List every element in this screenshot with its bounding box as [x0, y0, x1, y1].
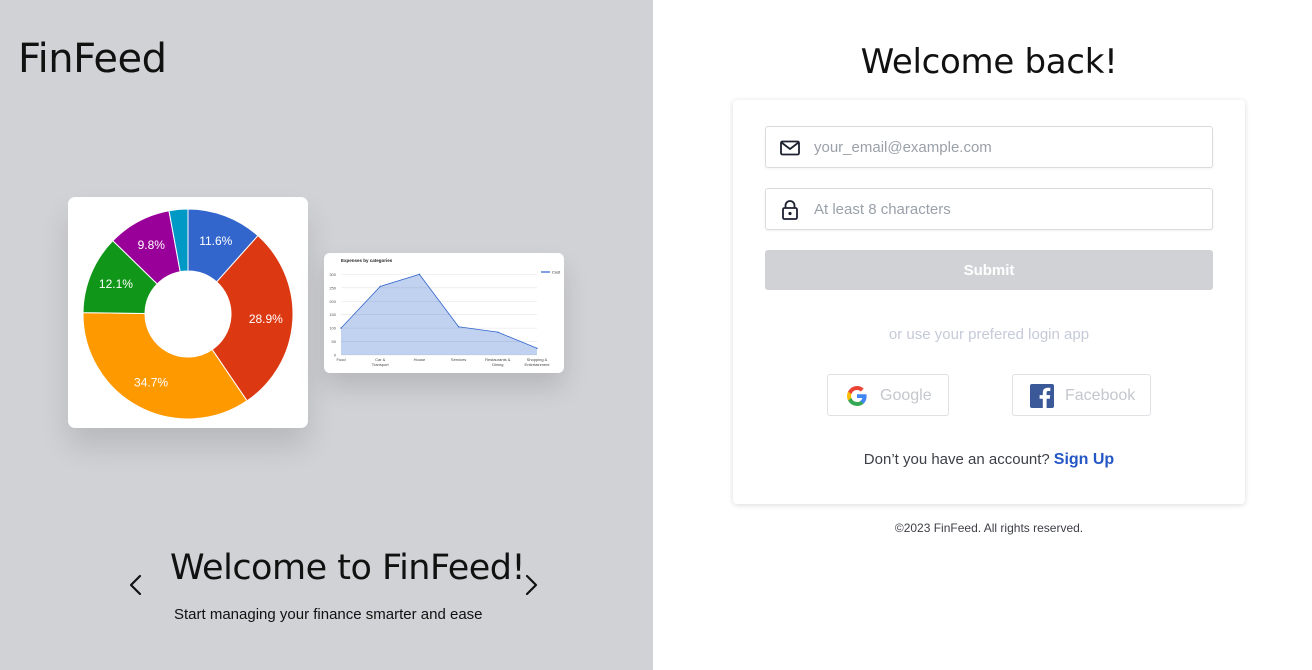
alt-login-text: or use your prefered login app — [888, 326, 1090, 343]
chevron-left-icon — [129, 574, 142, 596]
y-tick-label: 150 — [329, 312, 336, 317]
area-chart-title: Expenses by categories — [341, 258, 393, 263]
area-point — [536, 347, 538, 349]
pie-slice-label: 28.9% — [249, 312, 283, 326]
showcase-panel: FinFeed 11.6% 28.9% 34.7% 12.1% 9.8% Expense… — [0, 0, 653, 670]
email-field[interactable] — [765, 126, 1213, 168]
pie-slice-label: 9.8% — [138, 238, 166, 252]
facebook-label: Facebook — [1065, 387, 1136, 404]
app-logo: FinFeed — [18, 36, 167, 82]
facebook-login-button[interactable]: Facebook — [1012, 374, 1151, 416]
signup-row: Don’t you have an account? Sign Up — [733, 451, 1245, 469]
page-title: Welcome back! — [860, 42, 1118, 82]
carousel-prev-button[interactable] — [126, 572, 146, 598]
y-tick-label: 50 — [332, 339, 337, 344]
email-input[interactable] — [814, 128, 1204, 166]
pie-chart-card: 11.6% 28.9% 34.7% 12.1% 9.8% — [68, 197, 308, 428]
mail-icon — [780, 140, 800, 156]
google-login-button[interactable]: Google — [827, 374, 949, 416]
lock-icon — [782, 200, 798, 220]
y-tick-label: 250 — [329, 285, 336, 290]
password-field[interactable] — [765, 188, 1213, 230]
carousel-subtitle: Start managing your finance smarter and … — [174, 606, 483, 623]
footer-copyright: ©2023 FinFeed. All rights reserved. — [894, 521, 1084, 535]
pie-slice-label: 11.6% — [199, 234, 232, 248]
x-tick-label: Restaurants & Dining — [485, 357, 511, 367]
area-chart: Expenses by categories050100150200250300… — [329, 258, 561, 367]
pie-slice — [82, 312, 248, 420]
area-point — [497, 331, 499, 333]
x-tick-label: Food — [336, 357, 345, 362]
facebook-icon — [1030, 384, 1054, 408]
x-tick-label: Shopping & Entertainment — [525, 357, 551, 367]
google-label: Google — [880, 387, 932, 404]
y-tick-label: 200 — [329, 299, 336, 304]
google-icon — [847, 386, 867, 406]
pie-slice-label: 12.1% — [99, 277, 133, 291]
area-point — [340, 327, 342, 329]
submit-button[interactable]: Submit — [765, 250, 1213, 290]
area-point — [418, 273, 421, 276]
x-tick-label: House — [414, 357, 426, 362]
login-card: Submit or use your prefered login app Go… — [733, 100, 1245, 504]
carousel-title: Welcome to FinFeed! — [170, 548, 526, 588]
signup-prompt: Don’t you have an account? — [863, 451, 1050, 468]
x-tick-label: Services — [451, 357, 466, 362]
chevron-right-icon — [525, 574, 538, 596]
password-input[interactable] — [814, 190, 1204, 228]
x-tick-label: Car & Transport — [372, 357, 390, 367]
signup-link[interactable]: Sign Up — [1054, 451, 1114, 468]
legend-label: Cost — [552, 270, 561, 275]
y-tick-label: 300 — [329, 272, 336, 277]
y-tick-label: 100 — [329, 326, 336, 331]
carousel-next-button[interactable] — [521, 572, 541, 598]
pie-chart: 11.6% 28.9% 34.7% 12.1% 9.8% — [82, 208, 294, 420]
area-point — [379, 285, 381, 288]
area-chart-card: Expenses by categories 0 50 100 150 200 250 300… — [324, 253, 564, 373]
area-point — [457, 326, 460, 328]
pie-slice-label: 34.7% — [134, 376, 168, 390]
